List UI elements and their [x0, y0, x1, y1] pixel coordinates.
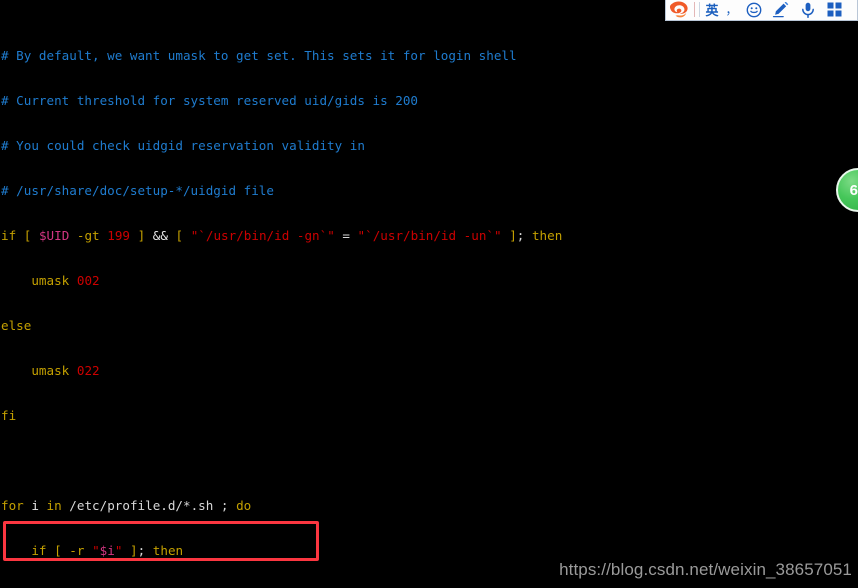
sogou-logo-icon[interactable] — [666, 0, 692, 20]
code-line: # Current threshold for system reserved … — [1, 93, 419, 108]
code-line: fi — [1, 408, 17, 423]
ime-separator-2 — [699, 2, 700, 17]
code-line: else — [1, 318, 32, 333]
ime-punctuation-toggle[interactable]: ， — [723, 0, 740, 20]
code-line: # By default, we want umask to get set. … — [1, 48, 517, 63]
emoji-icon[interactable] — [740, 0, 767, 20]
code-line: # You could check uidgid reservation val… — [1, 138, 365, 153]
code-line: for i in /etc/profile.d/*.sh ; do — [1, 498, 252, 513]
code-line: if [ $UID -gt 199 ] && [ "`/usr/bin/id -… — [1, 228, 563, 243]
sogou-ime-toolbar[interactable]: 英 ， — [665, 0, 858, 21]
ime-separator — [694, 2, 695, 17]
code-line: umask 022 — [31, 363, 100, 378]
voice-input-icon[interactable] — [794, 0, 821, 20]
code-line: if [ -r "$i" ]; then — [31, 543, 184, 558]
screenshot-root: # By default, we want umask to get set. … — [0, 0, 858, 588]
code-line: # /usr/share/doc/setup-*/uidgid file — [1, 183, 274, 198]
csdn-watermark: https://blog.csdn.net/weixin_38657051 — [559, 560, 852, 579]
ime-language-toggle[interactable]: 英 — [701, 0, 723, 20]
handwriting-icon[interactable] — [767, 0, 794, 20]
code-line: umask 002 — [31, 273, 100, 288]
vim-terminal[interactable]: # By default, we want umask to get set. … — [0, 0, 858, 588]
toolbox-icon[interactable] — [821, 0, 848, 20]
